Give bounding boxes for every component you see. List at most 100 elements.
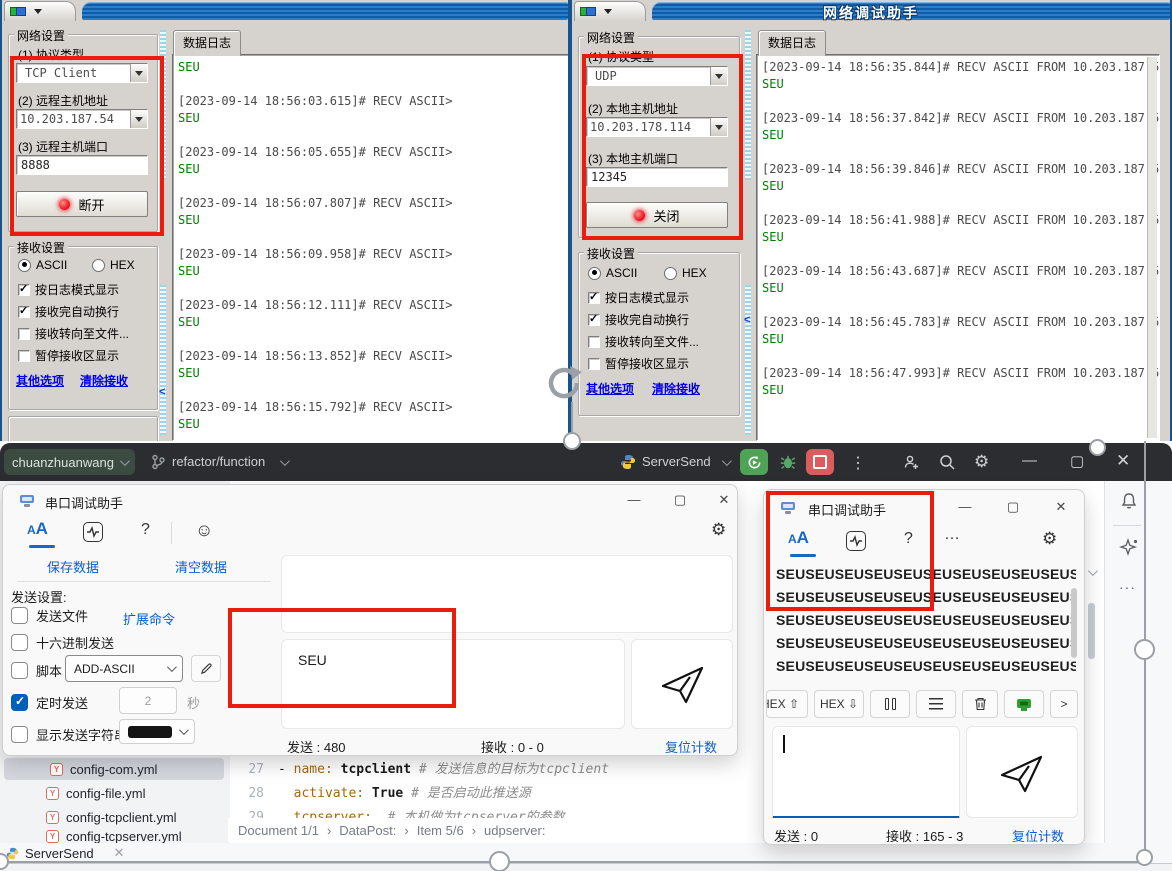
checkbox-pause-display[interactable]: 暂停接收区显示 (18, 347, 119, 364)
breadcrumb-item[interactable]: Document 1/1 (238, 823, 319, 838)
selection-handle[interactable] (1134, 639, 1155, 660)
run-button[interactable] (740, 449, 768, 475)
radio-ascii-icon[interactable] (588, 267, 601, 280)
notifications-bell-icon[interactable] (1119, 491, 1139, 511)
maximize-button[interactable]: ▢ (1070, 452, 1084, 470)
breadcrumb-item[interactable]: Item 5/6 (417, 823, 464, 838)
system-menu-tab[interactable] (4, 1, 76, 21)
editor-scrollbar[interactable] (1088, 603, 1095, 659)
settings-gear-icon[interactable]: ⚙ (711, 520, 726, 540)
breadcrumb-item[interactable]: udpserver: (484, 823, 545, 838)
save-data-link[interactable]: 保存数据 (47, 557, 99, 576)
other-options-link[interactable]: 其他选项 (16, 372, 64, 389)
checkbox-to-file[interactable]: 接收转向至文件... (588, 333, 699, 350)
panel-splitter[interactable]: < (744, 24, 753, 441)
toolbar-overflow-button[interactable]: > (1050, 690, 1078, 718)
send-button[interactable] (966, 726, 1078, 818)
selection-handle[interactable] (563, 432, 581, 450)
help-icon[interactable]: ? (141, 521, 150, 539)
radio-hex[interactable]: HEX (92, 258, 135, 272)
pause-button[interactable] (870, 690, 910, 718)
radio-ascii[interactable]: ASCII (18, 258, 67, 272)
send-button[interactable] (631, 639, 733, 729)
checkbox-icon[interactable] (588, 336, 600, 348)
close-button[interactable]: ✕ (1046, 499, 1076, 515)
collapse-arrow-icon[interactable]: < (159, 386, 165, 398)
font-settings-icon[interactable]: AA (27, 519, 48, 539)
checkbox-icon[interactable] (11, 726, 28, 743)
radio-hex[interactable]: HEX (664, 266, 707, 280)
edit-script-button[interactable] (191, 655, 221, 682)
checkbox-send-file[interactable]: 发送文件 (11, 606, 88, 625)
clear-button[interactable] (962, 690, 998, 718)
checkbox-timed-send[interactable]: 定时发送 (11, 693, 88, 712)
extended-commands-link[interactable]: 扩展命令 (123, 609, 175, 628)
project-selector[interactable]: chuanzhuanwang (4, 449, 135, 475)
selection-handle[interactable] (1089, 439, 1106, 456)
system-menu-tab[interactable] (574, 1, 646, 21)
log-list-button[interactable] (916, 690, 956, 718)
radio-ascii-icon[interactable] (18, 259, 31, 272)
checkbox-auto-newline[interactable]: 接收完自动换行 (588, 311, 689, 328)
serial-port-button[interactable] (1004, 690, 1044, 718)
checkbox-to-file[interactable]: 接收转向至文件... (18, 325, 129, 342)
feedback-smiley-icon[interactable]: ☺ (195, 520, 213, 541)
data-log-area[interactable]: [2023-09-14 18:56:35.844]# RECV ASCII FR… (756, 54, 1160, 441)
radio-ascii[interactable]: ASCII (588, 266, 637, 280)
breadcrumb-item[interactable]: DataPost: (339, 823, 396, 838)
checkbox-log-mode[interactable]: 按日志模式显示 (588, 289, 689, 306)
data-log-area[interactable]: SEU [2023-09-14 18:56:03.615]# RECV ASCI… (172, 54, 570, 441)
maximize-button[interactable]: ▢ (998, 499, 1028, 515)
checkbox-icon[interactable] (588, 358, 600, 370)
settings-gear-icon[interactable]: ⚙ (1042, 529, 1057, 549)
other-options-link[interactable]: 其他选项 (586, 380, 634, 397)
more-tool-windows-icon[interactable]: ··· (1119, 579, 1136, 595)
minimize-button[interactable]: — (1022, 452, 1037, 469)
collapse-arrow-icon[interactable]: < (744, 314, 750, 326)
checkbox-icon[interactable] (18, 284, 30, 296)
checkbox-icon[interactable] (11, 607, 28, 624)
radio-hex-icon[interactable] (664, 267, 677, 280)
clear-receive-link[interactable]: 清除接收 (652, 380, 700, 397)
clear-data-link[interactable]: 清空数据 (175, 557, 227, 576)
close-button[interactable]: ✕ (1116, 451, 1130, 471)
branch-selector[interactable]: refactor/function (172, 454, 265, 469)
timer-interval-input[interactable]: 2 (119, 687, 177, 714)
checkbox-script[interactable]: 脚本 (11, 661, 62, 680)
add-user-icon[interactable] (902, 453, 920, 471)
debug-bug-icon[interactable] (779, 453, 797, 471)
minimize-button[interactable]: — (950, 499, 980, 514)
tree-item-config-tcpclient.yml[interactable]: Yconfig-tcpclient.yml (0, 806, 228, 828)
data-log-tab[interactable]: 数据日志 (758, 30, 826, 56)
waveform-plotter-icon[interactable] (83, 522, 103, 542)
checkbox-icon[interactable] (18, 306, 30, 318)
send-color-select[interactable] (119, 719, 195, 744)
more-tools-icon[interactable]: … (944, 526, 962, 544)
rotate-handle-icon[interactable] (544, 362, 586, 404)
run-config-selector[interactable]: ServerSend (642, 454, 711, 469)
script-select[interactable]: ADD-ASCII (65, 655, 183, 682)
checkbox-icon[interactable] (11, 634, 28, 651)
clear-receive-link[interactable]: 清除接收 (80, 372, 128, 389)
maximize-button[interactable]: ▢ (665, 492, 695, 508)
hex-send-toggle-button[interactable]: HEX ⇧ (766, 690, 808, 718)
tree-item-config-file.yml[interactable]: Yconfig-file.yml (0, 782, 228, 804)
log-scrollbar[interactable] (1147, 57, 1157, 438)
checkbox-icon[interactable] (588, 314, 600, 326)
selection-handle[interactable] (489, 851, 510, 871)
reset-counter-link[interactable]: 复位计数 (665, 737, 717, 756)
checkbox-pause-display[interactable]: 暂停接收区显示 (588, 355, 689, 372)
checkbox-icon[interactable] (18, 350, 30, 362)
data-log-tab[interactable]: 数据日志 (173, 30, 241, 56)
stop-button[interactable] (806, 449, 834, 475)
breadcrumb[interactable]: Document 1/1›DataPost:›Item 5/6›udpserve… (228, 818, 768, 842)
tree-item-config-com.yml[interactable]: Yconfig-com.yml (4, 758, 224, 780)
close-tab-icon[interactable]: ✕ (114, 845, 125, 861)
search-icon[interactable] (938, 453, 956, 471)
ai-assistant-sparkle-icon[interactable] (1119, 537, 1139, 557)
selection-handle[interactable] (1136, 849, 1153, 866)
checkbox-show-send-string[interactable]: 显示发送字符串 (11, 725, 127, 744)
receive-scrollbar[interactable] (1071, 588, 1077, 658)
more-actions-icon[interactable]: ⋮ (850, 453, 866, 473)
radio-hex-icon[interactable] (92, 259, 105, 272)
